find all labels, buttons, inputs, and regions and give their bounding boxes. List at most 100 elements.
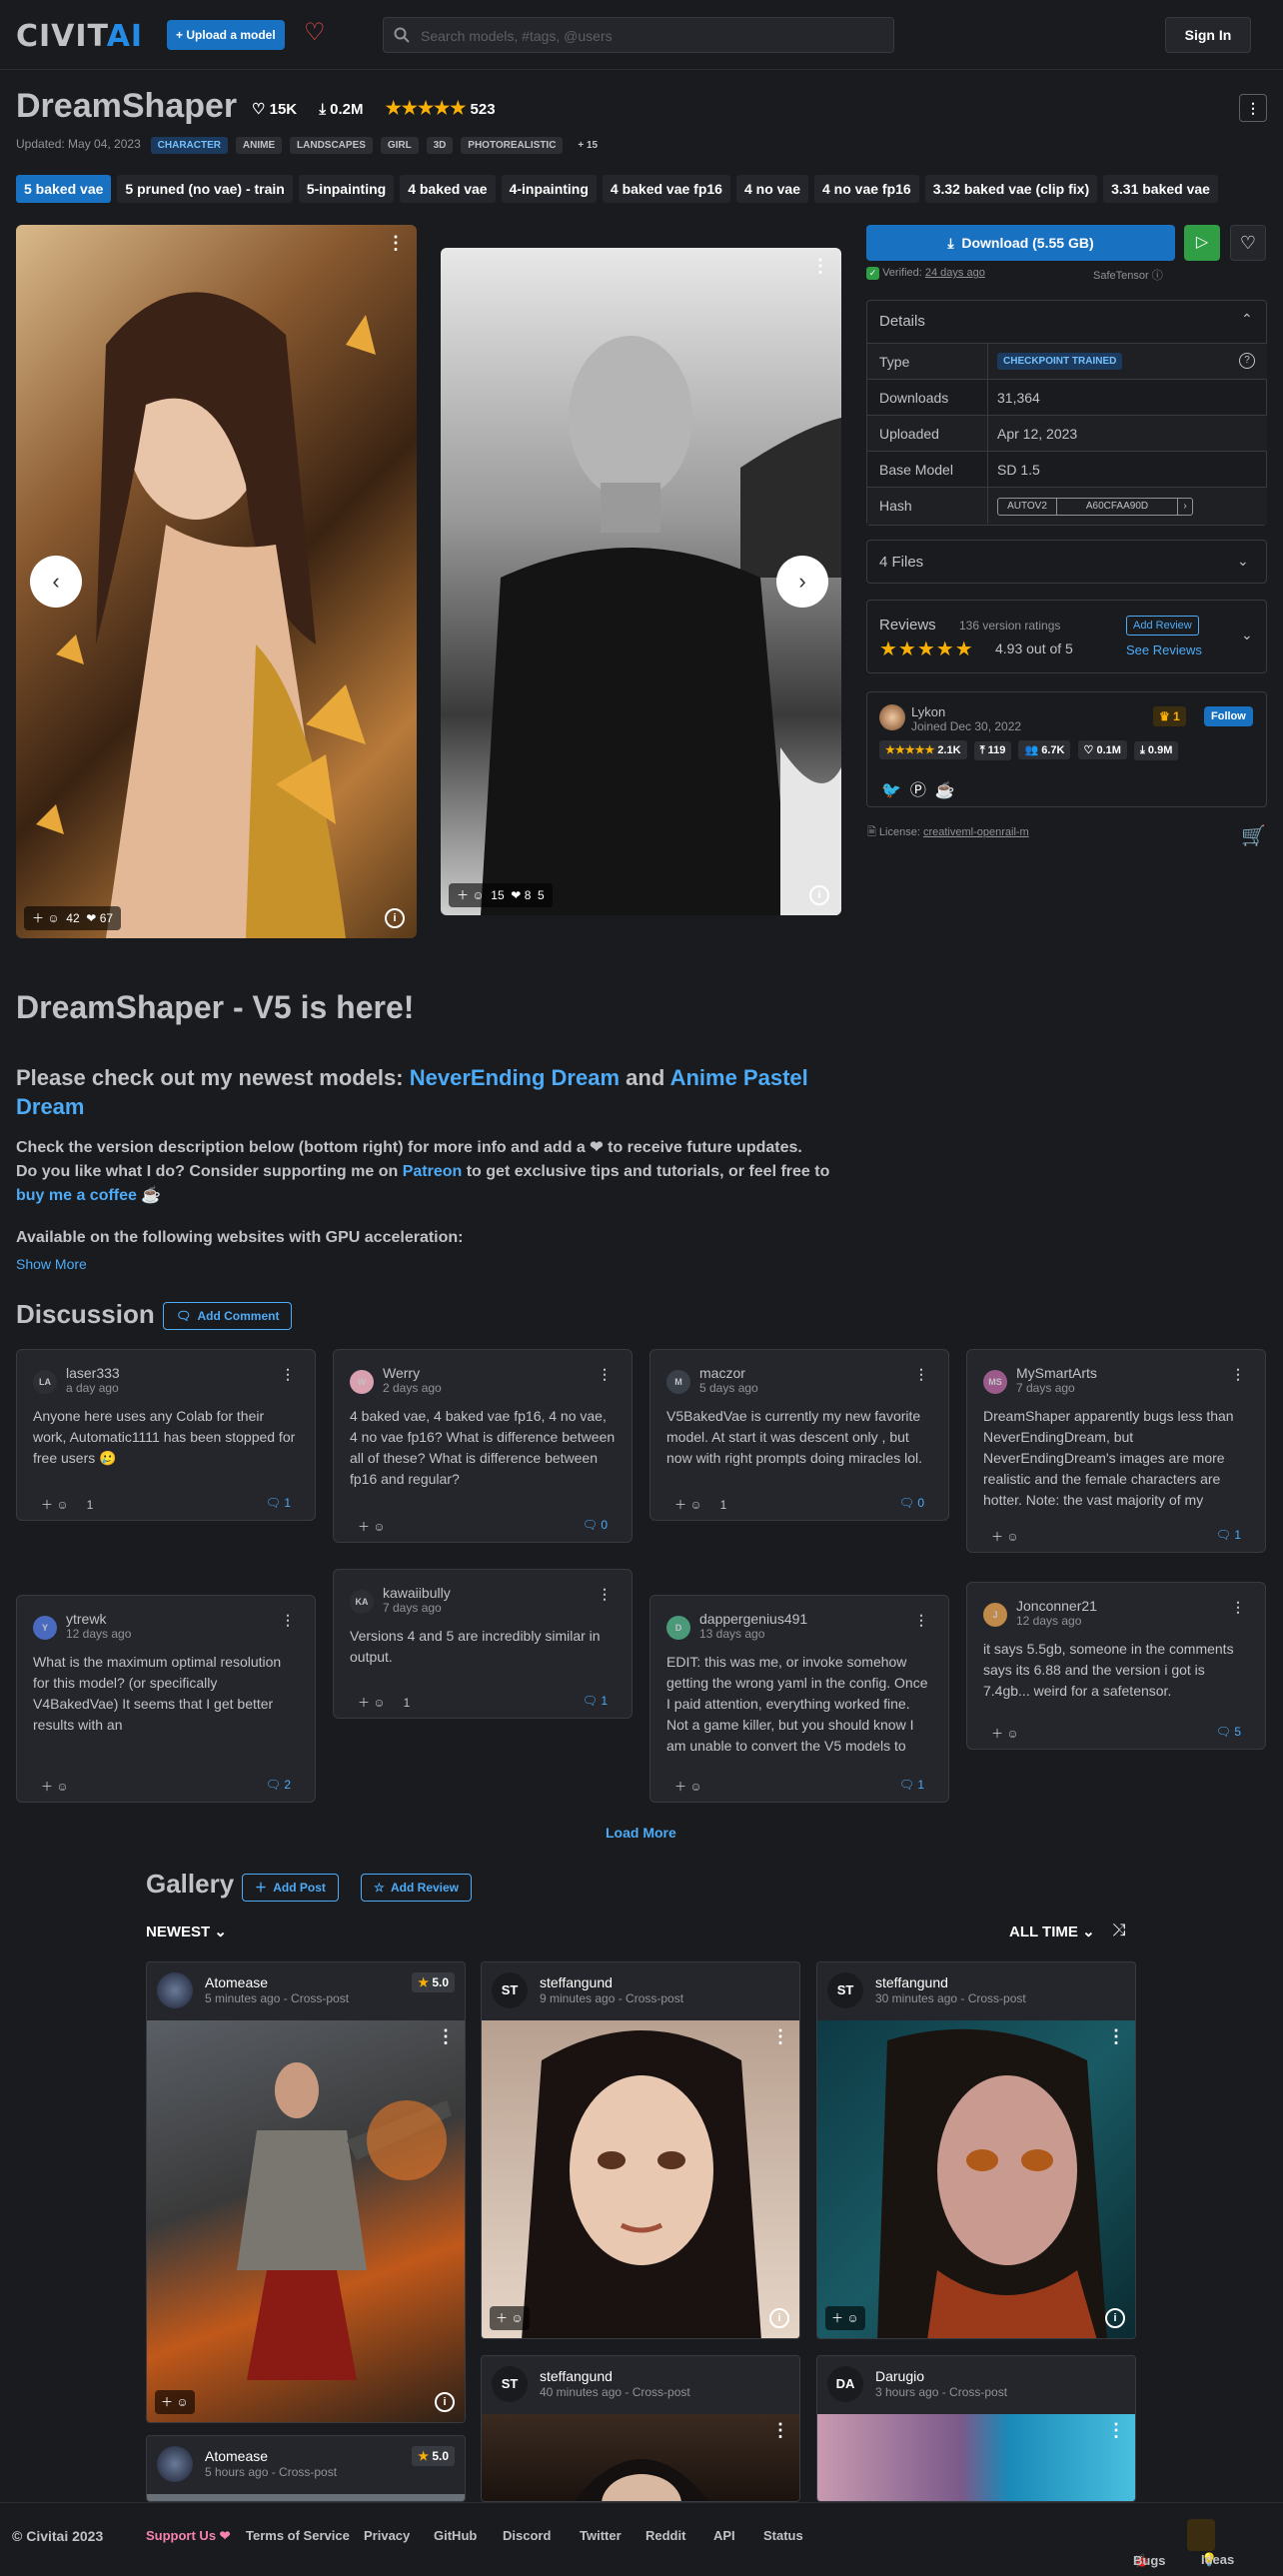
reaction-button[interactable]: ＋ ☺ xyxy=(155,2390,195,2414)
comment-count[interactable]: 🗨 0 xyxy=(899,1496,924,1510)
more-options-button[interactable]: ⋮ xyxy=(1239,94,1267,122)
more-options-icon[interactable]: ⋮ xyxy=(1231,1366,1245,1383)
upload-model-button[interactable]: + Upload a model xyxy=(167,20,285,50)
info-icon[interactable]: i xyxy=(769,2308,789,2328)
hash-value[interactable]: A60CFAA90D xyxy=(1056,498,1178,516)
period-dropdown[interactable]: ALL TIME ⌄ xyxy=(1009,1923,1095,1940)
creator-avatar[interactable] xyxy=(879,704,905,730)
follow-button[interactable]: Follow xyxy=(1204,706,1253,726)
add-post-button[interactable]: ＋ Add Post xyxy=(242,1874,339,1902)
version-tab[interactable]: 3.32 baked vae (clip fix) xyxy=(924,175,1098,203)
more-options-icon[interactable]: ⋮ xyxy=(281,1612,295,1629)
add-reaction-button[interactable]: ＋ ☺ xyxy=(358,1520,386,1534)
post-image[interactable]: ⋮ xyxy=(817,2414,1135,2501)
files-panel[interactable]: 4 Files ⌄ xyxy=(866,540,1267,584)
patreon-icon[interactable]: Ⓟ xyxy=(910,782,926,799)
footer-link-github[interactable]: GitHub xyxy=(434,2528,477,2543)
tag-girl[interactable]: GIRL xyxy=(380,137,419,154)
version-tab[interactable]: 4-inpainting xyxy=(501,175,597,203)
avatar[interactable]: ST xyxy=(492,2366,528,2402)
comment-card[interactable]: J Jonconner21 12 days ago ⋮ it says 5.5gb, s… xyxy=(966,1582,1266,1750)
chevron-down-icon[interactable]: ⌄ xyxy=(1241,627,1253,644)
footer-link-status[interactable]: Status xyxy=(763,2528,803,2543)
info-icon[interactable]: i xyxy=(385,908,405,928)
image-reactions[interactable]: ＋ ☺ 42 ❤ 67 xyxy=(24,906,122,930)
version-tab[interactable]: 4 no vae fp16 xyxy=(814,175,919,203)
comment-author[interactable]: laser333 xyxy=(66,1365,120,1381)
footer-link-terms[interactable]: Terms of Service xyxy=(246,2528,350,2543)
avatar[interactable]: Y xyxy=(33,1616,57,1640)
image-options-icon[interactable]: ⋮ xyxy=(387,233,405,254)
image-options-icon[interactable]: ⋮ xyxy=(771,2420,789,2441)
alien-portrait-image[interactable]: ⋮ ＋ ☺ i xyxy=(817,2020,1135,2338)
creator-name[interactable]: Lykon xyxy=(911,704,945,719)
avatar[interactable]: ST xyxy=(492,1972,528,2008)
neverending-dream-link[interactable]: NeverEnding Dream xyxy=(410,1065,620,1090)
version-tab[interactable]: 5 pruned (no vae) - train xyxy=(117,175,293,203)
add-reaction-button[interactable]: ＋ ☺ xyxy=(41,1498,69,1512)
image-options-icon[interactable]: ⋮ xyxy=(437,2026,455,2047)
tag-anime[interactable]: ANIME xyxy=(235,137,283,154)
avatar[interactable]: DA xyxy=(827,2366,863,2402)
avatar[interactable]: W xyxy=(350,1370,374,1394)
run-model-button[interactable]: ▷ xyxy=(1184,225,1220,261)
verified-time[interactable]: 24 days ago xyxy=(925,267,985,279)
buy-me-a-coffee-link[interactable]: buy me a coffee xyxy=(16,1187,137,1204)
comment-count[interactable]: 🗨 5 xyxy=(1216,1725,1241,1739)
comment-author[interactable]: maczor xyxy=(699,1365,745,1381)
gallery-card[interactable]: DA Darugio 3 hours ago - Cross-post ⋮ xyxy=(816,2355,1136,2502)
info-icon[interactable]: i xyxy=(809,885,829,905)
tag-landscapes[interactable]: LANDSCAPES xyxy=(290,137,373,154)
comment-count[interactable]: 🗨 1 xyxy=(583,1694,608,1708)
coffee-icon[interactable]: ☕ xyxy=(935,782,955,799)
avatar[interactable]: M xyxy=(666,1370,690,1394)
reaction-button[interactable]: ＋ ☺ xyxy=(825,2306,865,2330)
reaction-button[interactable]: ＋ ☺ xyxy=(490,2306,530,2330)
shuffle-icon[interactable]: ⤨ xyxy=(1112,1921,1126,1940)
more-options-icon[interactable]: ⋮ xyxy=(598,1366,612,1383)
comment-author[interactable]: ytrewk xyxy=(66,1611,106,1627)
comment-count[interactable]: 🗨 2 xyxy=(266,1778,291,1792)
version-tab[interactable]: 3.31 baked vae xyxy=(1103,175,1218,203)
gallery-card[interactable]: Atomease 5 hours ago - Cross-post ★ 5.0 xyxy=(146,2435,466,2502)
patreon-link[interactable]: Patreon xyxy=(403,1163,463,1180)
version-tab[interactable]: 5 baked vae xyxy=(16,175,112,203)
gallery-card[interactable]: ST steffangund 30 minutes ago - Cross-po… xyxy=(816,1961,1136,2339)
post-author[interactable]: Darugio xyxy=(875,2368,924,2384)
comment-card[interactable]: KA kawaiibully 7 days ago ⋮ Versions 4 and 5… xyxy=(333,1569,633,1719)
more-options-icon[interactable]: ⋮ xyxy=(281,1366,295,1383)
avatar[interactable] xyxy=(157,1972,193,2008)
footer-link-api[interactable]: API xyxy=(713,2528,735,2543)
post-author[interactable]: steffangund xyxy=(540,1974,613,1990)
image-reactions[interactable]: ＋ ☺ 15 ❤ 8 5 xyxy=(449,883,553,907)
add-reaction-button[interactable]: ＋ ☺ xyxy=(358,1696,386,1710)
avatar[interactable]: J xyxy=(983,1603,1007,1627)
heart-icon[interactable]: ♡ xyxy=(304,18,326,47)
post-author[interactable]: Atomease xyxy=(205,2448,268,2464)
image-options-icon[interactable]: ⋮ xyxy=(1107,2420,1125,2441)
footer-link-reddit[interactable]: Reddit xyxy=(645,2528,685,2543)
more-options-icon[interactable]: ⋮ xyxy=(914,1612,928,1629)
add-reaction-button[interactable]: ＋ ☺ xyxy=(674,1498,702,1512)
comment-card[interactable]: MS MySmartArts 7 days ago ⋮ DreamShaper appa… xyxy=(966,1349,1266,1553)
comment-card[interactable]: Yytrewk 12 days ago ⋮ What is the maximum o… xyxy=(16,1595,316,1803)
comment-card[interactable]: Mmaczor 5 days ago ⋮ V5BakedVae is currentl… xyxy=(649,1349,949,1521)
info-icon[interactable]: i xyxy=(435,2392,455,2412)
add-reaction-button[interactable]: ＋ ☺ xyxy=(991,1530,1019,1544)
comment-count[interactable]: 🗨 1 xyxy=(1216,1528,1241,1542)
help-icon[interactable]: ? xyxy=(1239,353,1255,369)
add-comment-button[interactable]: 🗨 Add Comment xyxy=(163,1302,293,1330)
info-icon[interactable]: i xyxy=(1105,2308,1125,2328)
post-image[interactable] xyxy=(147,2494,465,2501)
gallery-card[interactable]: Atomease 5 minutes ago - Cross-post ★ 5.… xyxy=(146,1961,466,2423)
comment-author[interactable]: dappergenius491 xyxy=(699,1611,807,1627)
sign-in-button[interactable]: Sign In xyxy=(1165,17,1251,53)
tag-3d[interactable]: 3D xyxy=(426,137,454,154)
post-author[interactable]: Atomease xyxy=(205,1974,268,1990)
carousel-next-button[interactable]: › xyxy=(776,556,828,608)
carousel-prev-button[interactable]: ‹ xyxy=(30,556,82,608)
comment-author[interactable]: kawaiibully xyxy=(383,1585,451,1601)
load-more-button[interactable]: Load More xyxy=(606,1825,676,1841)
add-review-gallery-button[interactable]: ☆ Add Review xyxy=(361,1874,473,1902)
comment-author[interactable]: Jonconner21 xyxy=(1016,1598,1097,1614)
